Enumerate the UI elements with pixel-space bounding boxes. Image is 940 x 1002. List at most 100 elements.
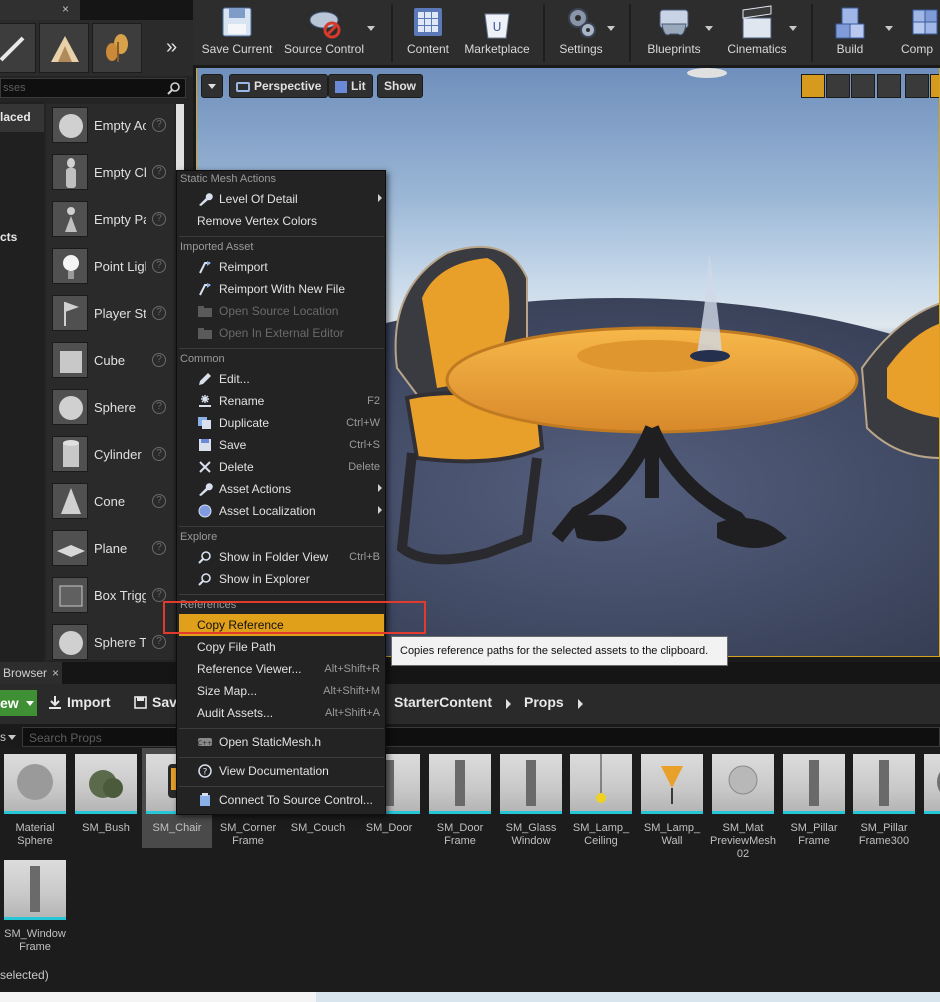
placeable-item[interactable]: Sphere? bbox=[46, 386, 174, 432]
asset-tile[interactable]: SM_Pillar Frame bbox=[779, 748, 849, 848]
save-all-button[interactable]: Sav bbox=[134, 694, 177, 710]
placeable-item[interactable]: Player St? bbox=[46, 292, 174, 338]
source-control-button[interactable]: Source Control bbox=[279, 0, 369, 66]
asset-tile[interactable]: SM_Door Frame bbox=[425, 748, 495, 848]
placeable-item[interactable]: Cylinder? bbox=[46, 433, 174, 479]
placeable-item[interactable]: Cube? bbox=[46, 339, 174, 385]
asset-search-input[interactable]: Search Props bbox=[22, 727, 940, 747]
asset-tile[interactable]: Material Sphere bbox=[0, 748, 70, 848]
menu-item-connect-source-control[interactable]: Connect To Source Control... bbox=[179, 789, 384, 811]
grid-snap-icon[interactable] bbox=[930, 74, 939, 98]
placeable-item[interactable]: Box Trigg? bbox=[46, 574, 174, 620]
help-icon[interactable]: ? bbox=[152, 635, 166, 649]
save-current-button[interactable]: Save Current bbox=[197, 0, 277, 66]
placeable-item[interactable]: Empty Ac? bbox=[46, 104, 174, 150]
placeable-item[interactable]: Sphere T? bbox=[46, 621, 174, 667]
menu-item-size-map[interactable]: Size Map... Alt+Shift+M bbox=[179, 680, 384, 702]
settings-dropdown-icon[interactable] bbox=[607, 26, 615, 31]
modes-tab[interactable]: × bbox=[0, 0, 80, 20]
breadcrumb-startercontent[interactable]: StarterContent bbox=[394, 694, 492, 710]
mode-foliage-button[interactable] bbox=[92, 23, 142, 73]
help-icon[interactable]: ? bbox=[152, 588, 166, 602]
menu-item-duplicate[interactable]: Duplicate Ctrl+W bbox=[179, 412, 384, 434]
help-icon[interactable]: ? bbox=[152, 306, 166, 320]
help-icon[interactable]: ? bbox=[152, 400, 166, 414]
breadcrumb-props[interactable]: Props bbox=[524, 694, 564, 710]
viewport-menu-button[interactable] bbox=[201, 74, 223, 98]
menu-item-save[interactable]: Save Ctrl+S bbox=[179, 434, 384, 456]
menu-item-copy-file-path[interactable]: Copy File Path bbox=[179, 636, 384, 658]
placeable-item[interactable]: Empty Ch? bbox=[46, 151, 174, 197]
perspective-button[interactable]: Perspective bbox=[229, 74, 329, 98]
build-dropdown-icon[interactable] bbox=[885, 26, 893, 31]
translate-tool-icon[interactable] bbox=[801, 74, 825, 98]
asset-tile[interactable]: SM_Lamp_ Ceiling bbox=[566, 748, 636, 848]
menu-item-reimport[interactable]: Reimport bbox=[179, 256, 384, 278]
cinematics-button[interactable]: Cinematics bbox=[723, 0, 791, 66]
help-icon[interactable]: ? bbox=[152, 494, 166, 508]
asset-tile[interactable]: SM_Glass Window bbox=[496, 748, 566, 848]
placeable-item[interactable]: Plane? bbox=[46, 527, 174, 573]
menu-item-view-documentation[interactable]: ? View Documentation bbox=[179, 760, 384, 782]
menu-item-remove-vertex-colors[interactable]: Remove Vertex Colors bbox=[179, 210, 384, 232]
mode-landscape-button[interactable] bbox=[39, 23, 89, 73]
asset-thumbnail bbox=[75, 754, 137, 814]
close-tab-icon[interactable]: × bbox=[62, 2, 69, 16]
placeable-item[interactable]: Cone? bbox=[46, 480, 174, 526]
filters-button[interactable]: s bbox=[0, 727, 20, 747]
menu-item-audit-assets[interactable]: Audit Assets... Alt+Shift+A bbox=[179, 702, 384, 724]
placeable-item[interactable]: Point Ligl? bbox=[46, 245, 174, 291]
menu-item-edit[interactable]: Edit... bbox=[179, 368, 384, 390]
compile-button[interactable]: Comp bbox=[901, 0, 940, 66]
breadcrumb-arrow-icon[interactable] bbox=[506, 699, 511, 709]
class-search-input[interactable]: sses bbox=[0, 78, 186, 98]
asset-tile[interactable]: SM_Mat PreviewMesh 02 bbox=[708, 748, 778, 860]
content-button[interactable]: Content bbox=[397, 0, 459, 66]
help-icon[interactable]: ? bbox=[152, 447, 166, 461]
menu-item-show-in-explorer[interactable]: Show in Explorer bbox=[179, 568, 384, 590]
marketplace-button[interactable]: U Marketplace bbox=[459, 0, 535, 66]
category-item-placed[interactable]: laced bbox=[0, 104, 44, 132]
asset-tile[interactable]: SM_Bush bbox=[71, 748, 141, 848]
add-new-button[interactable]: ew bbox=[0, 690, 37, 716]
blueprints-dropdown-icon[interactable] bbox=[705, 26, 713, 31]
asset-tile[interactable]: SM_Lamp_ Wall bbox=[637, 748, 707, 848]
menu-item-reimport-new-file[interactable]: Reimport With New File bbox=[179, 278, 384, 300]
menu-item-rename[interactable]: Rename F2 bbox=[179, 390, 384, 412]
menu-item-level-of-detail[interactable]: Level Of Detail bbox=[179, 188, 384, 210]
mode-paint-button[interactable] bbox=[0, 23, 36, 73]
help-icon[interactable]: ? bbox=[152, 165, 166, 179]
close-tab-icon[interactable]: × bbox=[52, 662, 59, 684]
help-icon[interactable]: ? bbox=[152, 212, 166, 226]
asset-tile[interactable]: SM_Window Frame bbox=[0, 854, 70, 954]
help-icon[interactable]: ? bbox=[152, 541, 166, 555]
scale-tool-icon[interactable] bbox=[851, 74, 875, 98]
cinematics-dropdown-icon[interactable] bbox=[789, 26, 797, 31]
blueprints-button[interactable]: Blueprints bbox=[637, 0, 711, 66]
settings-button[interactable]: Settings bbox=[549, 0, 613, 66]
menu-item-reference-viewer[interactable]: Reference Viewer... Alt+Shift+R bbox=[179, 658, 384, 680]
help-icon[interactable]: ? bbox=[152, 259, 166, 273]
asset-tile[interactable]: SI bbox=[920, 748, 940, 848]
source-control-dropdown-icon[interactable] bbox=[367, 26, 375, 31]
import-button[interactable]: Import bbox=[48, 694, 111, 710]
menu-item-open-staticmesh-h[interactable]: C++ Open StaticMesh.h bbox=[179, 731, 384, 753]
build-button[interactable]: Build bbox=[819, 0, 881, 66]
more-modes-icon[interactable]: » bbox=[166, 36, 177, 59]
help-icon[interactable]: ? bbox=[152, 118, 166, 132]
menu-item-asset-localization[interactable]: Asset Localization bbox=[179, 500, 384, 522]
content-browser-tab[interactable]: Browser × bbox=[0, 662, 62, 684]
surface-snap-icon[interactable] bbox=[905, 74, 929, 98]
category-item-effects[interactable]: cts bbox=[0, 224, 44, 252]
menu-item-delete[interactable]: Delete Delete bbox=[179, 456, 384, 478]
help-icon[interactable]: ? bbox=[152, 353, 166, 367]
breadcrumb-arrow-icon[interactable] bbox=[578, 699, 583, 709]
world-local-icon[interactable] bbox=[877, 74, 901, 98]
placeable-item[interactable]: Empty Pa? bbox=[46, 198, 174, 244]
show-button[interactable]: Show bbox=[377, 74, 423, 98]
lit-button[interactable]: Lit bbox=[328, 74, 373, 98]
rotate-tool-icon[interactable] bbox=[826, 74, 850, 98]
menu-item-asset-actions[interactable]: Asset Actions bbox=[179, 478, 384, 500]
menu-item-show-in-folder[interactable]: Show in Folder View Ctrl+B bbox=[179, 546, 384, 568]
asset-tile[interactable]: SM_Pillar Frame300 bbox=[849, 748, 919, 848]
